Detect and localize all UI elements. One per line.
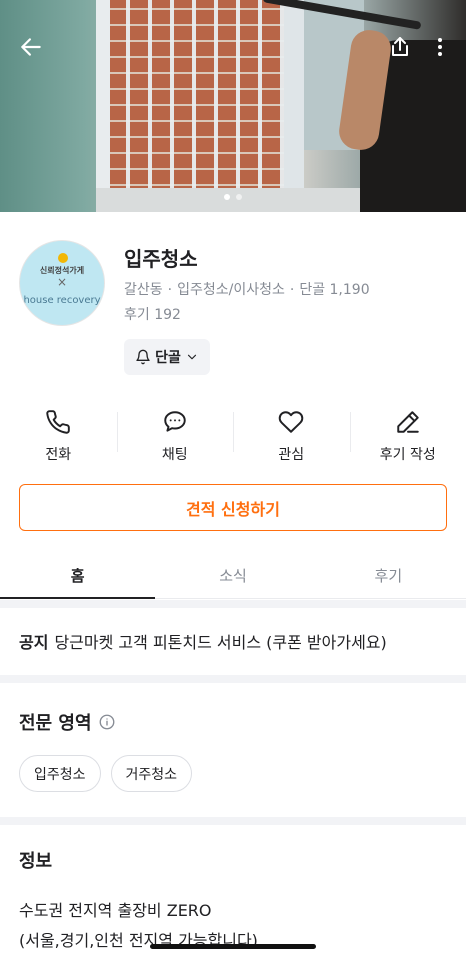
write-review-button[interactable]: 후기 작성 <box>349 400 466 470</box>
regulars-count: 단골 1,190 <box>299 282 370 298</box>
info-title: 정보 <box>19 851 53 872</box>
window-frame-left <box>96 0 110 212</box>
window-frame-right <box>284 0 304 212</box>
business-meta: 갈산동 · 입주청소/이사청소 · 단골 1,190 <box>124 279 370 299</box>
specialty-chips: 입주청소 거주청소 <box>19 755 193 792</box>
info-section-title: 정보 <box>19 847 52 873</box>
chevron-down-icon <box>187 354 196 360</box>
section-divider <box>0 600 466 608</box>
notice-row[interactable]: 공지 당근마켓 고객 피톤치드 서비스 (쿠폰 받아가세요) <box>19 629 387 653</box>
carousel-dot[interactable] <box>236 194 242 200</box>
call-button[interactable]: 전화 <box>0 400 117 470</box>
category-text: 입주청소/이사청소 <box>177 282 285 298</box>
notice-text: 당근마켓 고객 피톤치드 서비스 (쿠폰 받아가세요) <box>54 633 387 652</box>
request-quote-button[interactable]: 견적 신청하기 <box>19 484 447 531</box>
tab-bar: 홈 소식 후기 <box>0 553 466 599</box>
specialty-chip[interactable]: 입주청소 <box>19 755 101 792</box>
chat-icon <box>164 411 186 432</box>
section-divider <box>0 817 466 825</box>
location-text: 갈산동 <box>124 282 163 298</box>
heart-icon <box>279 411 304 433</box>
follow-button[interactable]: 단골 <box>124 339 210 375</box>
back-button[interactable] <box>14 30 48 64</box>
logo-sun-icon <box>58 253 68 263</box>
home-indicator <box>150 944 316 949</box>
notice-prefix: 공지 <box>19 633 49 652</box>
carousel-indicator <box>0 194 466 200</box>
call-label: 전화 <box>45 447 72 463</box>
tab-news[interactable]: 소식 <box>155 553 310 598</box>
tab-reviews[interactable]: 후기 <box>311 553 466 598</box>
window-bars-image <box>108 0 286 200</box>
pencil-icon <box>397 411 419 433</box>
favorite-button[interactable]: 관심 <box>233 400 350 470</box>
favorite-label: 관심 <box>278 447 305 463</box>
tab-home[interactable]: 홈 <box>0 553 156 599</box>
window-sill <box>96 188 366 212</box>
business-name: 입주청소 <box>124 247 198 271</box>
more-vertical-icon <box>438 38 442 56</box>
specialty-section-title: 전문 영역 <box>19 709 116 735</box>
follow-label: 단골 <box>155 350 181 366</box>
chat-label: 채팅 <box>161 447 188 463</box>
share-icon <box>392 37 408 56</box>
avatar-logo-line-2: × <box>56 275 68 289</box>
action-bar: 전화 채팅 관심 후기 작성 <box>0 400 466 470</box>
section-divider <box>0 675 466 683</box>
avatar-logo-line-3: house recovery <box>23 295 101 306</box>
write-review-label: 후기 작성 <box>379 447 436 463</box>
review-count[interactable]: 후기 192 <box>124 304 181 324</box>
info-line: 수도권 전지역 출장비 ZERO <box>19 901 212 920</box>
arrow-left-icon <box>21 38 41 56</box>
bell-icon <box>136 349 150 365</box>
phone-icon <box>46 410 71 434</box>
more-options-button[interactable] <box>423 30 457 64</box>
specialty-chip[interactable]: 거주청소 <box>110 755 193 792</box>
specialty-title: 전문 영역 <box>19 713 92 734</box>
carousel-dot[interactable] <box>224 194 230 200</box>
dot-separator: · <box>167 282 173 298</box>
info-icon[interactable] <box>98 713 116 731</box>
chat-button[interactable]: 채팅 <box>116 400 234 470</box>
share-button[interactable] <box>383 30 417 64</box>
avatar: 신뢰정석가게 × house recovery <box>19 240 105 326</box>
dot-separator: · <box>289 282 295 298</box>
